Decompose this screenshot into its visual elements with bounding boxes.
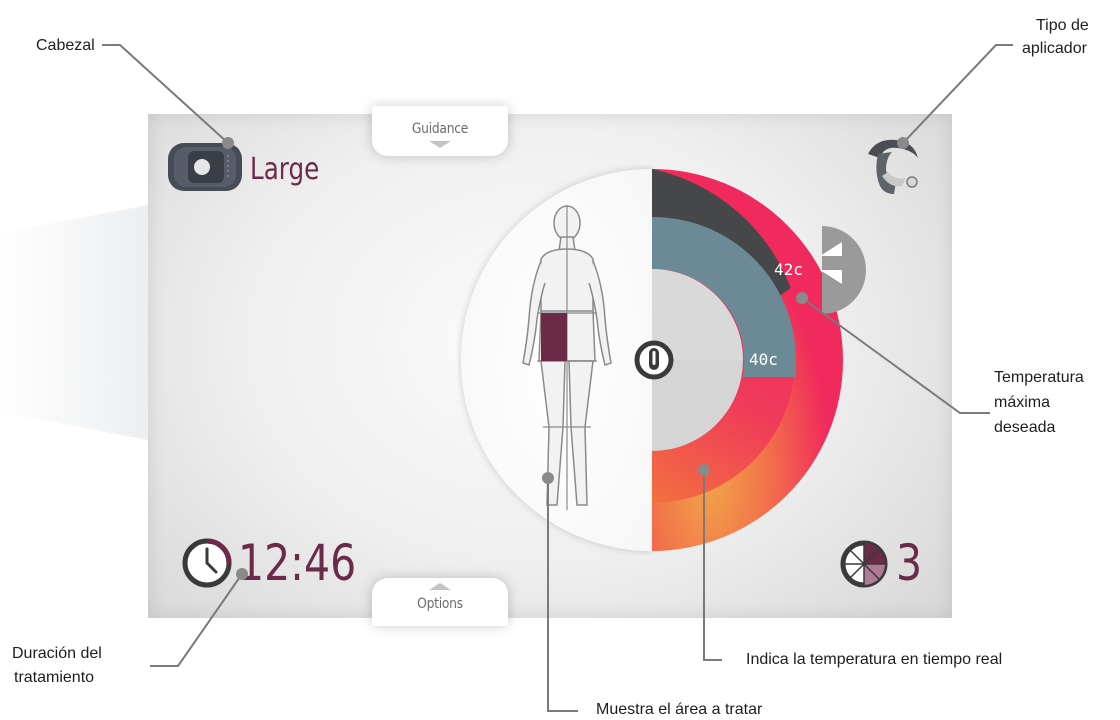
annotation-duration-1: Duración del bbox=[12, 645, 102, 662]
annotation-area: Muestra el área a tratar bbox=[596, 701, 763, 718]
head-size-label: Large bbox=[250, 152, 320, 187]
annotation-applicator-2: aplicador bbox=[1022, 40, 1087, 57]
annotation-applicator-1: Tipo de bbox=[1036, 17, 1089, 34]
treatment-area bbox=[541, 313, 567, 361]
annotation-head: Cabezal bbox=[36, 37, 95, 54]
annotation-duration-2: tratamiento bbox=[14, 669, 95, 686]
tab-options[interactable]: Options bbox=[372, 578, 508, 626]
current-temperature-label: 40c bbox=[749, 350, 778, 369]
head-applicator-icon[interactable] bbox=[166, 139, 244, 195]
temperature-adjust-icon[interactable] bbox=[800, 226, 866, 314]
applicator-type-icon[interactable] bbox=[864, 136, 922, 198]
area-count: 3 bbox=[896, 534, 923, 592]
annotation-max-temp-2: máxima bbox=[994, 394, 1051, 411]
timer: 12:46 bbox=[238, 534, 357, 592]
options-label: Options bbox=[417, 596, 463, 612]
thermometer-icon bbox=[634, 340, 674, 380]
temperature-gauge: 42c 40c bbox=[461, 169, 843, 551]
chevron-up-icon bbox=[429, 583, 451, 590]
tab-guidance[interactable]: Guidance bbox=[372, 106, 508, 156]
guidance-label: Guidance bbox=[411, 121, 469, 137]
clock-icon bbox=[182, 538, 232, 588]
area-sectors-icon bbox=[840, 540, 888, 588]
annotation-realtime-temp: Indica la temperatura en tiempo real bbox=[746, 651, 1003, 668]
background-ghost-panel bbox=[0, 205, 148, 440]
max-temperature-label: 42c bbox=[774, 260, 803, 279]
annotation-max-temp-3: deseada bbox=[994, 419, 1056, 436]
chevron-down-icon bbox=[429, 141, 451, 148]
annotation-max-temp-1: Temperatura bbox=[994, 369, 1084, 386]
